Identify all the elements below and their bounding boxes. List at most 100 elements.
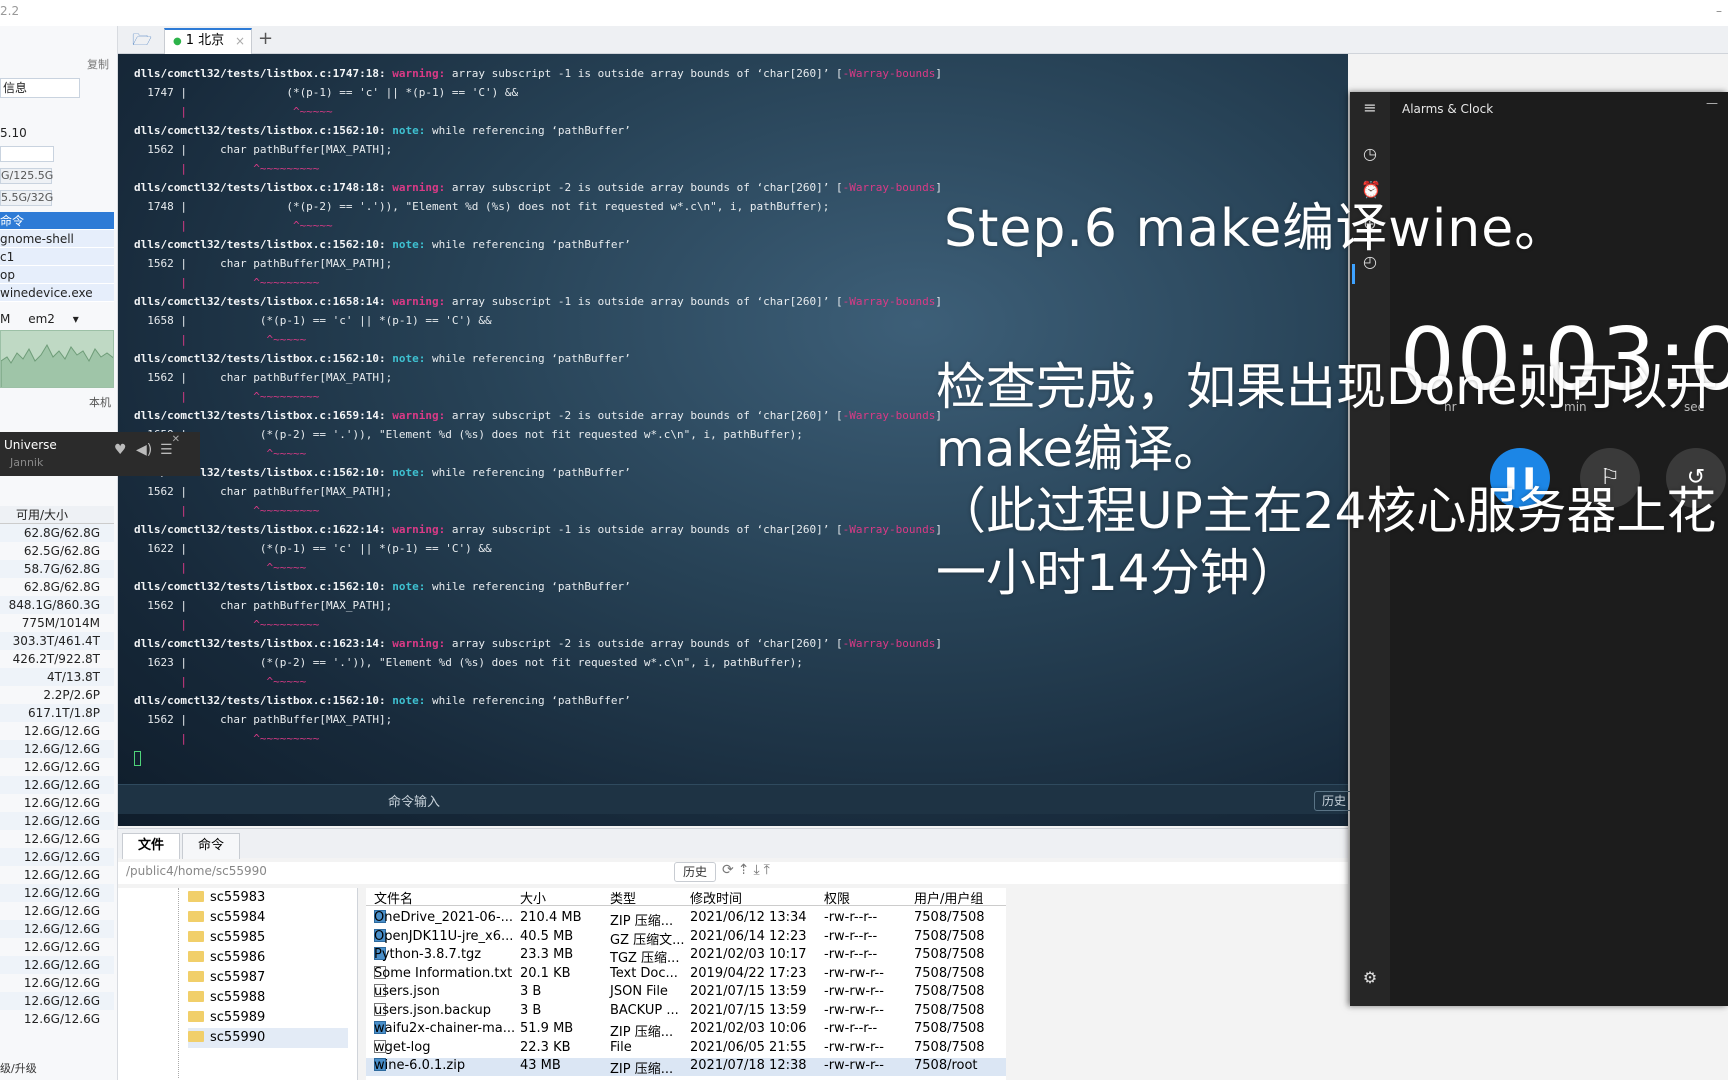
tree-folder-label: sc55989 [210, 1010, 266, 1025]
process-item[interactable]: c1 [0, 248, 114, 266]
tree-folder-item[interactable]: sc55983 [188, 888, 265, 908]
cell-size: 20.1 KB [520, 965, 571, 981]
terminal-line: 1562 | char pathBuffer[MAX_PATH]; [134, 710, 942, 729]
tab-session-beijing[interactable]: ● 1 北京 × [164, 28, 252, 54]
table-row[interactable]: waifu2x-chainer-ma... 51.9 MB ZIP 压缩... 202… [366, 1021, 1006, 1040]
file-name: users.json [374, 984, 440, 999]
table-row[interactable]: wine-6.0.1.zip 43 MB ZIP 压缩... 2021/07/18 1… [366, 1058, 1006, 1077]
terminal-line: | ^~~~~~~~~~ [134, 159, 942, 178]
col-perm[interactable]: 权限 [824, 888, 850, 907]
cell-owner: 7508/7508 [914, 1002, 985, 1018]
tree-folder-item[interactable]: sc55986 [188, 948, 265, 968]
tree-folder-item[interactable]: sc55987 [188, 968, 265, 988]
info-field: 信息 [0, 78, 80, 98]
col-mtime[interactable]: 修改时间 [690, 888, 742, 907]
terminal-line: 1562 | char pathBuffer[MAX_PATH]; [134, 368, 942, 387]
code-line: 1562 | char pathBuffer[MAX_PATH]; [134, 371, 393, 384]
warning-tag: warning: [392, 409, 446, 422]
table-row[interactable]: OneDrive_2021-06-... 210.4 MB ZIP 压缩... 202… [366, 910, 1006, 929]
warning-option: -Warray-bounds [842, 637, 936, 650]
path-input[interactable]: /public4/home/sc55990 [126, 864, 267, 878]
swap-usage: 5.5G/32G [0, 190, 54, 206]
heart-icon[interactable]: ♥ [114, 442, 127, 458]
terminal-line: dlls/comctl32/tests/listbox.c:1562:10: n… [134, 121, 942, 140]
terminal-line: 1747 | (*(p-1) == 'c' || *(p-1) == 'C') … [134, 83, 942, 102]
table-row[interactable]: Some Information.txt 20.1 KB Text Doc... 20… [366, 965, 1006, 984]
col-name[interactable]: 文件名 [374, 888, 413, 907]
settings-gear-icon[interactable]: ⚙ [1361, 968, 1379, 987]
tree-folder-item[interactable]: sc55984 [188, 908, 265, 928]
upload-icon[interactable]: ⤒ [764, 862, 774, 878]
table-row[interactable]: users.json.backup 3 B BACKUP ... 2021/07/15… [366, 1002, 1006, 1021]
active-nav-indicator [1352, 264, 1355, 284]
terminal-line: 1562 | char pathBuffer[MAX_PATH]; [134, 254, 942, 273]
error-marker: | ^~~~~~~~~~ [134, 504, 320, 517]
path-history-button[interactable]: 历史 [674, 862, 716, 882]
cell-perm: -rw-rw-r-- [824, 1058, 884, 1073]
line-location: dlls/comctl32/tests/listbox.c:1562:10: [134, 352, 386, 365]
close-tab-icon[interactable]: × [235, 30, 245, 52]
timer-icon[interactable]: ◷ [1361, 144, 1379, 163]
folder-icon[interactable]: 🗁 [130, 30, 154, 50]
add-tab-button[interactable]: + [258, 28, 273, 49]
disk-row: 12.6G/12.6G [23, 976, 100, 990]
terminal-line: dlls/comctl32/tests/listbox.c:1562:10: n… [134, 463, 942, 482]
tree-folder-item[interactable]: sc55989 [188, 1008, 265, 1028]
process-item[interactable]: winedevice.exe [0, 284, 114, 302]
process-item[interactable]: 命令 [0, 212, 114, 230]
cell-perm: -rw-rw-r-- [824, 1039, 884, 1055]
table-row[interactable]: OpenJDK11U-jre_x6... 40.5 MB GZ 压缩文... 2021… [366, 928, 1006, 948]
process-item[interactable]: gnome-shell [0, 230, 114, 248]
col-size[interactable]: 大小 [520, 888, 546, 907]
volume-icon[interactable]: ◀) [136, 442, 152, 458]
tree-folder-item[interactable]: sc55988 [188, 988, 265, 1008]
warning-tag: warning: [392, 67, 446, 80]
file-name: wget-log [374, 1039, 431, 1055]
code-line: 1562 | char pathBuffer[MAX_PATH]; [134, 257, 393, 270]
col-owner[interactable]: 用户/用户组 [914, 888, 983, 907]
net-iface-select[interactable]: em2 ▾ [28, 312, 93, 326]
terminal-prompt[interactable] [134, 748, 942, 767]
warning-option: -Warray-bounds [842, 295, 936, 308]
line-location: dlls/comctl32/tests/listbox.c:1659:14: [134, 409, 386, 422]
tree-folder-item[interactable]: sc55990 [188, 1028, 348, 1048]
window-minimize-icon[interactable]: – [1716, 4, 1722, 18]
disk-row: 4T/13.8T [0, 668, 114, 686]
terminal-line: | ^~~~~~ [134, 558, 942, 577]
col-type[interactable]: 类型 [610, 888, 636, 907]
tab-commands[interactable]: 命令 [182, 833, 240, 859]
process-item[interactable]: op [0, 266, 114, 284]
disk-row: 12.6G/12.6G [23, 724, 100, 738]
cell-perm: -rw-r--r-- [824, 928, 878, 944]
table-row[interactable]: Python-3.8.7.tgz 23.3 MB TGZ 压缩... 2021/02/… [366, 947, 1006, 966]
kernel-version: 5.10 [0, 126, 27, 140]
cell-mtime: 2021/02/03 10:17 [690, 947, 807, 962]
tree-folder-item[interactable]: sc55985 [188, 928, 265, 948]
disk-header: 可用/大小 [0, 506, 114, 524]
up-icon[interactable]: ⇡ [738, 862, 754, 878]
top-strip: 2.2 – [0, 0, 1728, 26]
refresh-icon[interactable]: ⟳ [722, 862, 738, 878]
line-location: dlls/comctl32/tests/listbox.c:1562:10: [134, 124, 386, 137]
file-name: OneDrive_2021-06-... [374, 910, 514, 925]
history-button[interactable]: 历史 [1314, 791, 1354, 811]
command-input[interactable]: 命令输入 [388, 791, 440, 810]
close-icon[interactable]: ✕ [172, 434, 180, 445]
tree-folder-label: sc55986 [210, 950, 266, 965]
note-tag: note: [392, 466, 426, 479]
minimize-icon[interactable]: — [1706, 96, 1718, 110]
table-row[interactable]: users.json 3 B JSON File 2021/07/15 13:59 -r… [366, 984, 1006, 1002]
disk-row: 12.6G/12.6G [0, 956, 114, 974]
note-tag: note: [392, 352, 426, 365]
tab-files[interactable]: 文件 [122, 833, 180, 859]
download-icon[interactable]: ⤓ [753, 862, 763, 878]
cell-type: JSON File [610, 984, 668, 999]
local-label: 本机 [89, 396, 111, 409]
table-row[interactable]: wget-log 22.3 KB File 2021/06/05 21:55 -rw-r… [366, 1039, 1006, 1058]
hamburger-icon[interactable]: ≡ [1361, 98, 1379, 117]
warning-option: -Warray-bounds [842, 181, 936, 194]
directory-tree: sc55983 sc55984 sc55985 sc55986 sc55987 sc559… [118, 888, 358, 1080]
disk-row: 62.5G/62.8G [23, 544, 100, 558]
copy-button[interactable]: 复制 [87, 56, 109, 72]
terminal-line: 1622 | (*(p-1) == 'c' || *(p-1) == 'C') … [134, 539, 942, 558]
